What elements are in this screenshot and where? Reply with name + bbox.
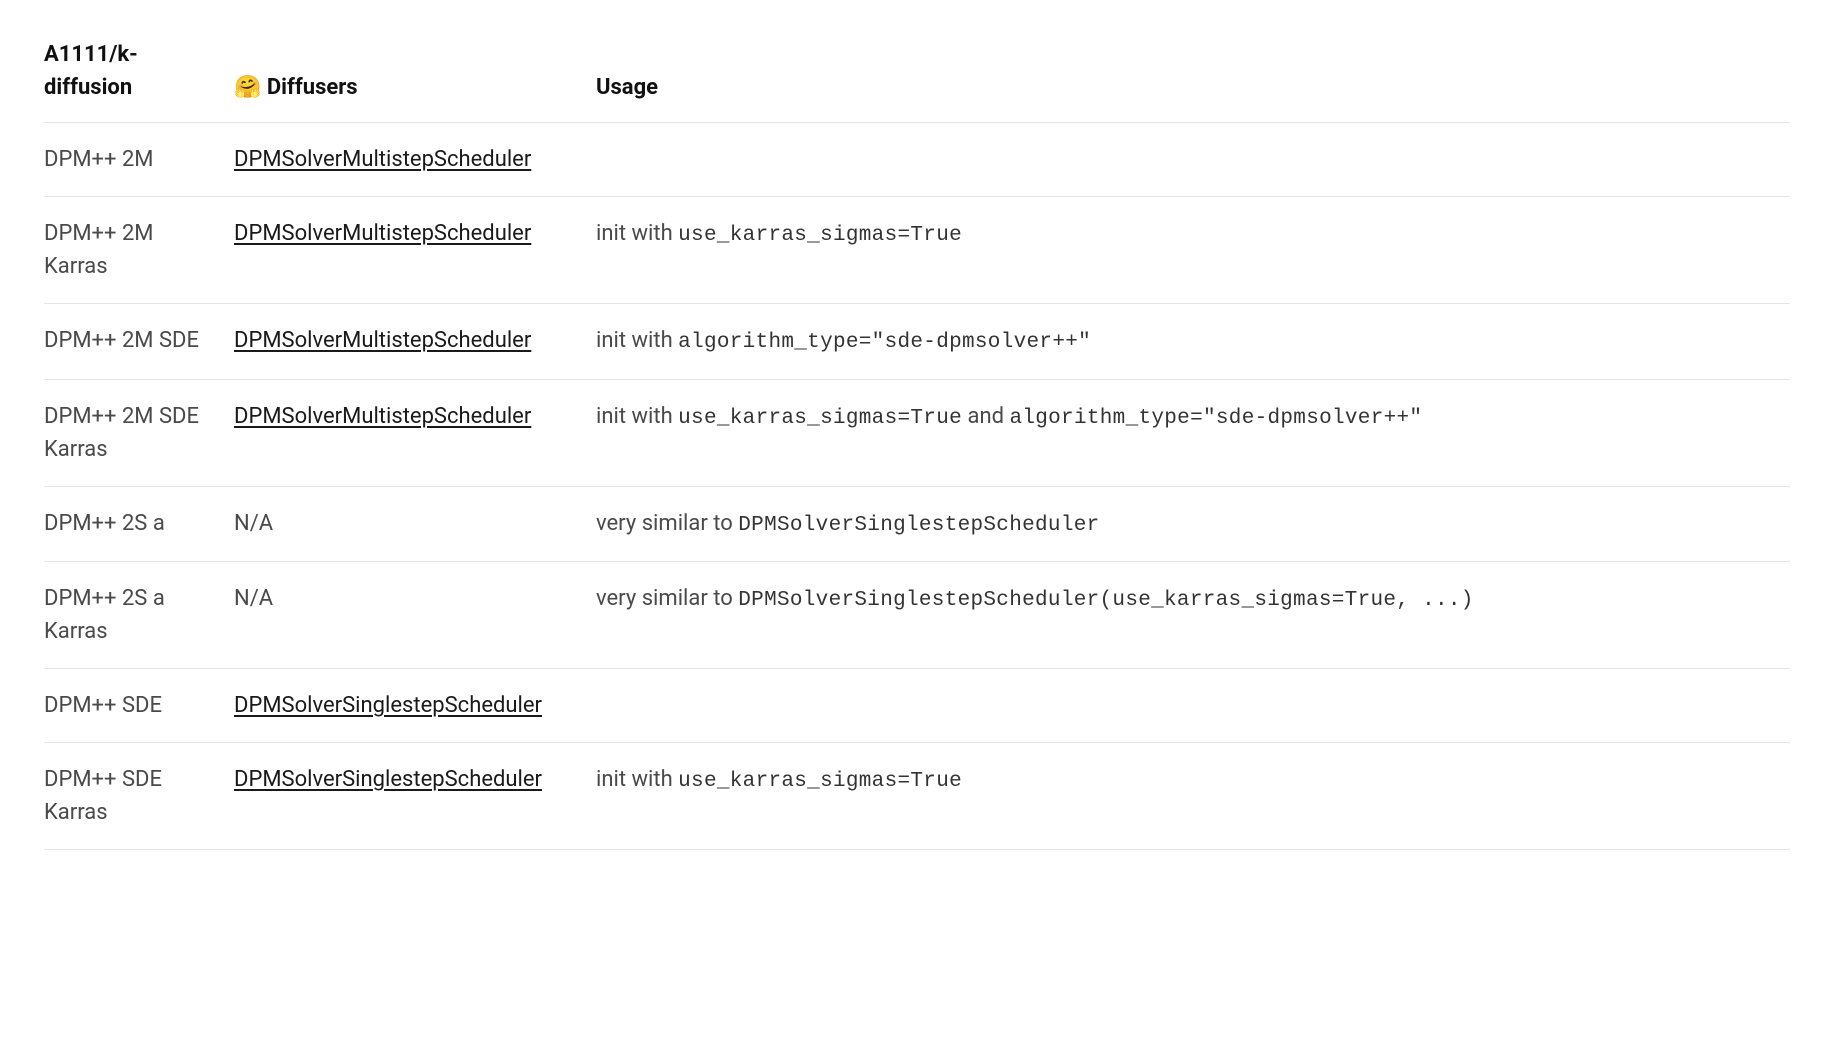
usage-text: init with xyxy=(596,328,678,353)
table-row: DPM++ SDEDPMSolverSinglestepScheduler xyxy=(44,669,1790,743)
table-row: DPM++ 2S a KarrasN/A very similar to DPMS… xyxy=(44,562,1790,669)
table-row: DPM++ 2M KarrasDPMSolverMultistepSchedul… xyxy=(44,197,1790,304)
usage-cell xyxy=(596,123,1790,197)
usage-cell: init with use_karras_sigmas=True xyxy=(596,197,1790,304)
usage-code: use_karras_sigmas=True xyxy=(678,224,962,247)
usage-cell xyxy=(596,669,1790,743)
header-diffusers-text: Diffusers xyxy=(261,75,357,100)
diffusers-cell: N/A xyxy=(234,486,596,562)
header-diffusers: 🤗 Diffusers xyxy=(234,28,596,123)
scheduler-link[interactable]: DPMSolverSinglestepScheduler xyxy=(234,767,542,792)
diffusers-cell: DPMSolverMultistepScheduler xyxy=(234,304,596,380)
scheduler-link[interactable]: DPMSolverMultistepScheduler xyxy=(234,147,531,172)
scheduler-mapping-table: A1111/k-diffusion 🤗 Diffusers Usage DPM+… xyxy=(44,28,1790,850)
usage-code: algorithm_type="sde-dpmsolver++" xyxy=(678,331,1091,354)
diffusers-cell: DPMSolverMultistepScheduler xyxy=(234,379,596,486)
a1111-cell: DPM++ 2S a xyxy=(44,486,234,562)
usage-cell: init with use_karras_sigmas=True and alg… xyxy=(596,379,1790,486)
diffusers-cell: N/A xyxy=(234,562,596,669)
diffusers-cell: DPMSolverSinglestepScheduler xyxy=(234,743,596,850)
table-row: DPM++ 2M SDE KarrasDPMSolverMultistepSch… xyxy=(44,379,1790,486)
table-row: DPM++ 2MDPMSolverMultistepScheduler xyxy=(44,123,1790,197)
a1111-cell: DPM++ 2S a Karras xyxy=(44,562,234,669)
table-row: DPM++ 2M SDEDPMSolverMultistepScheduler i… xyxy=(44,304,1790,380)
scheduler-link[interactable]: DPMSolverMultistepScheduler xyxy=(234,221,531,246)
usage-code: DPMSolverSinglestepScheduler xyxy=(738,514,1099,537)
diffusers-na: N/A xyxy=(234,511,273,536)
a1111-cell: DPM++ 2M SDE Karras xyxy=(44,379,234,486)
usage-code: algorithm_type="sde-dpmsolver++" xyxy=(1009,407,1422,430)
usage-text: init with xyxy=(596,767,678,792)
table-row: DPM++ SDE KarrasDPMSolverSinglestepSched… xyxy=(44,743,1790,850)
table-row: DPM++ 2S aN/A very similar to DPMSolverSi… xyxy=(44,486,1790,562)
header-a1111: A1111/k-diffusion xyxy=(44,28,234,123)
usage-text: very similar to xyxy=(596,511,738,536)
scheduler-link[interactable]: DPMSolverSinglestepScheduler xyxy=(234,693,542,718)
usage-code: use_karras_sigmas=True xyxy=(678,770,962,793)
header-usage: Usage xyxy=(596,28,1790,123)
usage-text: and xyxy=(962,404,1009,429)
usage-cell: init with use_karras_sigmas=True xyxy=(596,743,1790,850)
a1111-cell: DPM++ 2M SDE xyxy=(44,304,234,380)
a1111-cell: DPM++ 2M xyxy=(44,123,234,197)
diffusers-cell: DPMSolverMultistepScheduler xyxy=(234,123,596,197)
usage-code: use_karras_sigmas=True xyxy=(678,407,962,430)
diffusers-cell: DPMSolverMultistepScheduler xyxy=(234,197,596,304)
usage-text: very similar to xyxy=(596,586,738,611)
usage-code: DPMSolverSinglestepScheduler(use_karras_… xyxy=(738,589,1473,612)
usage-cell: init with algorithm_type="sde-dpmsolver+… xyxy=(596,304,1790,380)
table-header-row: A1111/k-diffusion 🤗 Diffusers Usage xyxy=(44,28,1790,123)
usage-cell: very similar to DPMSolverSinglestepSched… xyxy=(596,562,1790,669)
scheduler-link[interactable]: DPMSolverMultistepScheduler xyxy=(234,328,531,353)
usage-cell: very similar to DPMSolverSinglestepSched… xyxy=(596,486,1790,562)
a1111-cell: DPM++ 2M Karras xyxy=(44,197,234,304)
usage-text: init with xyxy=(596,404,678,429)
diffusers-na: N/A xyxy=(234,586,273,611)
a1111-cell: DPM++ SDE Karras xyxy=(44,743,234,850)
diffusers-cell: DPMSolverSinglestepScheduler xyxy=(234,669,596,743)
usage-text: init with xyxy=(596,221,678,246)
scheduler-link[interactable]: DPMSolverMultistepScheduler xyxy=(234,404,531,429)
hugging-face-icon: 🤗 xyxy=(234,75,261,100)
a1111-cell: DPM++ SDE xyxy=(44,669,234,743)
